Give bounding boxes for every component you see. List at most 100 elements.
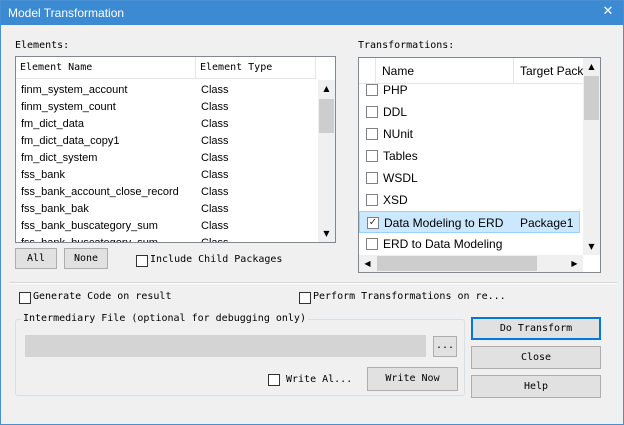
list-item[interactable]: ERD to Data Modeling: [359, 233, 580, 254]
list-item[interactable]: fm_dict_system Class: [16, 150, 316, 167]
element-name: fm_dict_data: [21, 118, 84, 130]
include-child-packages-checkbox[interactable]: [136, 255, 148, 267]
include-child-packages-label: Include Child Packages: [150, 254, 283, 265]
list-item[interactable]: WSDL: [359, 167, 580, 189]
close-icon[interactable]: ✕: [599, 3, 617, 21]
transformations-vertical-scrollbar[interactable]: ▲ ▼: [583, 58, 600, 255]
transformation-name: PHP: [383, 84, 408, 97]
list-item[interactable]: finm_system_account Class: [16, 82, 316, 99]
element-name: fss_bank_buscategory_sum: [21, 235, 158, 242]
transformation-name: ERD to Data Modeling: [383, 237, 503, 251]
element-name: fss_bank_buscategory_sum: [21, 220, 158, 232]
list-item[interactable]: NUnit: [359, 123, 580, 145]
perform-transformations-label: Perform Transformations on re...: [313, 291, 506, 302]
elements-vertical-scrollbar[interactable]: ▲ ▼: [318, 80, 335, 242]
list-item[interactable]: fss_bank_buscategory_sum Class: [16, 235, 316, 242]
transformation-name: XSD: [383, 193, 408, 207]
browse-button[interactable]: ...: [433, 336, 457, 357]
transform-checkbox[interactable]: [366, 238, 378, 250]
transformations-scroll-thumb[interactable]: [584, 76, 599, 120]
section-divider: [9, 282, 617, 284]
write-always-checkbox[interactable]: [268, 374, 280, 386]
transformation-name: Data Modeling to ERD: [384, 216, 504, 230]
transform-checkbox[interactable]: [366, 128, 378, 140]
element-name: fss_bank_account_close_record: [21, 186, 179, 198]
scroll-right-icon[interactable]: ▶: [566, 255, 583, 272]
element-type: Class: [201, 152, 229, 164]
title-bar: Model Transformation ✕: [1, 1, 623, 25]
window-title: Model Transformation: [8, 6, 125, 20]
help-button[interactable]: Help: [471, 375, 601, 398]
list-item[interactable]: XSD: [359, 189, 580, 211]
element-type: Class: [201, 118, 229, 130]
transformations-rows: PHP DDL NUnit Tables WSDL XSD ✓ Data Modeling t…: [359, 84, 583, 254]
list-item[interactable]: DDL: [359, 101, 580, 123]
elements-label: Elements:: [15, 40, 70, 51]
transform-checkbox[interactable]: [366, 172, 378, 184]
elements-list[interactable]: Element Name Element Type finm_system_ac…: [15, 56, 336, 243]
list-item[interactable]: fss_bank_account_close_record Class: [16, 184, 316, 201]
element-name: fm_dict_data_copy1: [21, 135, 120, 147]
element-name: fm_dict_system: [21, 152, 98, 164]
transform-checkbox[interactable]: [366, 106, 378, 118]
list-item[interactable]: ✓ Data Modeling to ERD Package1: [359, 211, 580, 233]
transformation-name: DDL: [383, 105, 408, 119]
write-always-label: Write Al...: [286, 374, 353, 385]
scroll-up-icon[interactable]: ▲: [583, 58, 600, 75]
transform-checkbox[interactable]: [366, 194, 378, 206]
generate-code-checkbox[interactable]: [19, 292, 31, 304]
scroll-left-icon[interactable]: ◀: [359, 255, 376, 272]
column-header-element-name[interactable]: Element Name: [16, 57, 196, 79]
list-item[interactable]: fm_dict_data_copy1 Class: [16, 133, 316, 150]
transformation-name: NUnit: [383, 127, 414, 141]
element-name: finm_system_account: [21, 84, 128, 96]
element-type: Class: [201, 203, 229, 215]
intermediary-file-label: Intermediary File (optional for debuggin…: [21, 313, 308, 324]
element-type: Class: [201, 235, 229, 242]
close-button[interactable]: Close: [471, 346, 601, 369]
column-header-element-type[interactable]: Element Type: [196, 57, 316, 79]
checkmark-icon[interactable]: ✓: [367, 217, 379, 229]
transformations-hscroll-thumb[interactable]: [377, 256, 537, 271]
list-item[interactable]: finm_system_count Class: [16, 99, 316, 116]
scroll-down-icon[interactable]: ▼: [583, 238, 600, 255]
transformation-name: Tables: [383, 149, 418, 163]
transform-checkbox[interactable]: [366, 150, 378, 162]
all-button[interactable]: All: [15, 248, 57, 269]
list-item[interactable]: fm_dict_data Class: [16, 116, 316, 133]
transformations-label: Transformations:: [358, 40, 455, 51]
element-name: fss_bank: [21, 169, 66, 181]
do-transform-button[interactable]: Do Transform: [471, 317, 601, 340]
transform-checkbox[interactable]: [366, 84, 378, 96]
column-header-name[interactable]: Name: [376, 58, 514, 84]
scroll-down-icon[interactable]: ▼: [318, 225, 335, 242]
scroll-up-icon[interactable]: ▲: [318, 80, 335, 97]
element-name: finm_system_count: [21, 101, 116, 113]
list-item[interactable]: fss_bank_buscategory_sum Class: [16, 218, 316, 235]
element-type: Class: [201, 220, 229, 232]
none-button[interactable]: None: [64, 248, 108, 269]
elements-scroll-thumb[interactable]: [319, 99, 334, 133]
write-now-button[interactable]: Write Now: [367, 367, 458, 391]
element-type: Class: [201, 186, 229, 198]
element-type: Class: [201, 101, 229, 113]
generate-code-label: Generate Code on result: [33, 291, 172, 302]
element-name: fss_bank_bak: [21, 203, 89, 215]
element-type: Class: [201, 135, 229, 147]
column-header-target-package[interactable]: Target Package: [514, 58, 584, 84]
transformation-name: WSDL: [383, 171, 418, 185]
transformations-horizontal-scrollbar[interactable]: ◀ ▶: [359, 255, 583, 272]
perform-transformations-checkbox[interactable]: [299, 292, 311, 304]
transformations-list[interactable]: Name Target Package PHP DDL NUnit Tables WSD…: [358, 57, 601, 273]
list-item[interactable]: fss_bank Class: [16, 167, 316, 184]
target-package: Package1: [520, 216, 574, 230]
model-transformation-dialog: Model Transformation ✕ Elements: Element…: [0, 0, 624, 425]
element-type: Class: [201, 169, 229, 181]
list-item[interactable]: fss_bank_bak Class: [16, 201, 316, 218]
element-type: Class: [201, 84, 229, 96]
elements-rows: finm_system_account Class finm_system_coun…: [16, 81, 318, 242]
list-item[interactable]: Tables: [359, 145, 580, 167]
column-header-check: [359, 58, 376, 84]
list-item[interactable]: PHP: [359, 84, 580, 101]
intermediary-file-path-field[interactable]: [25, 335, 426, 357]
